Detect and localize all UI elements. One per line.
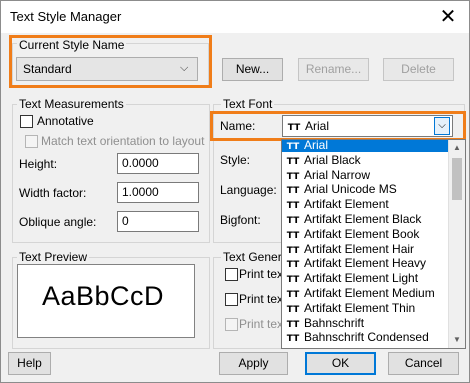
list-scrollbar[interactable]: ▲ ▼ — [448, 140, 465, 348]
font-list-item-label: Bahnschrift Condensed — [304, 330, 429, 345]
close-icon[interactable]: ✕ — [433, 5, 463, 29]
font-list-item-label: Arial Narrow — [304, 167, 371, 182]
text-preview-label: Text Preview — [17, 250, 90, 264]
font-list-item-label: Artifakt Element Black — [304, 212, 422, 226]
text-generation-label: Text Genera — [221, 250, 291, 264]
title-bar: Text Style Manager ✕ — [1, 1, 469, 33]
match-orientation-checkbox[interactable] — [25, 135, 38, 148]
font-list-item-label: Artifakt Element Medium — [304, 286, 435, 300]
font-list-item[interactable]: TT Arial Unicode MS — [282, 182, 450, 196]
height-label: Height: — [19, 157, 58, 171]
font-list-item[interactable]: TT Arial Black — [282, 153, 450, 167]
bigfont-label: Bigfont: — [220, 213, 261, 227]
width-factor-label: Width factor: — [19, 186, 87, 200]
apply-button[interactable]: Apply — [219, 352, 288, 375]
font-list-item[interactable]: TT Artifakt Element Thin — [282, 301, 450, 315]
preview-sample-text: AaBbCcD — [42, 281, 165, 311]
print-text-checkbox-1[interactable] — [225, 268, 238, 281]
height-input[interactable]: 0.0000 — [117, 153, 199, 174]
font-style-label: Style: — [220, 153, 251, 167]
ok-button[interactable]: OK — [305, 352, 376, 375]
print-text-label-3: Print text — [239, 317, 287, 331]
print-text-checkbox-2[interactable] — [225, 293, 238, 306]
oblique-angle-input[interactable]: 0 — [117, 211, 199, 232]
font-list-item-label: Bahnschrift — [304, 315, 365, 330]
window-title: Text Style Manager — [10, 9, 122, 24]
font-list-item[interactable]: TT Artifakt Element Black — [282, 212, 450, 226]
text-font-label: Text Font — [221, 97, 275, 111]
cancel-button[interactable]: Cancel — [388, 352, 459, 375]
match-orientation-label: Match text orientation to layout — [41, 134, 205, 148]
highlight-current-style — [9, 35, 212, 88]
font-dropdown-list[interactable]: TT Arial TT Arial Black TT Arial Narrow TT Aria… — [281, 139, 466, 349]
font-list-item-label: Artifakt Element Book — [304, 226, 420, 241]
font-list-item-label: Arial Unicode MS — [304, 182, 397, 197]
text-preview-box: AaBbCcD — [17, 264, 195, 338]
annotative-checkbox[interactable] — [20, 115, 33, 128]
font-list-item[interactable]: TT Arial — [282, 139, 450, 152]
help-button[interactable]: Help — [8, 352, 51, 375]
width-factor-input[interactable]: 1.0000 — [117, 182, 199, 203]
scroll-thumb[interactable] — [452, 158, 462, 200]
font-list-item[interactable]: TT Arial Narrow — [282, 168, 450, 182]
new-button[interactable]: New... — [222, 58, 283, 81]
truetype-font-icon: TT — [286, 334, 300, 345]
highlight-font-name — [210, 111, 466, 141]
language-label: Language: — [220, 183, 277, 197]
font-list-item[interactable]: TT Bahnschrift Condensed — [282, 330, 450, 344]
scroll-up-icon[interactable]: ▲ — [449, 140, 465, 156]
font-list-item[interactable]: TT Artifakt Element Light — [282, 271, 450, 285]
font-list-item[interactable]: TT Artifakt Element Book — [282, 227, 450, 241]
font-list-item[interactable]: TT Artifakt Element Hair — [282, 242, 450, 256]
font-list-item-label: Artifakt Element Light — [304, 271, 419, 286]
scroll-down-icon[interactable]: ▼ — [449, 332, 465, 348]
font-list-item-label: Arial — [304, 139, 329, 152]
font-list-item-label: Artifakt Element Heavy — [304, 256, 427, 271]
print-text-label-2: Print text — [239, 292, 287, 306]
font-list-item-label: Artifakt Element — [304, 197, 389, 212]
text-measurements-label: Text Measurements — [17, 97, 126, 111]
text-style-manager-dialog: Text Style Manager ✕ Current Style Name … — [0, 0, 470, 383]
font-list-item[interactable]: TT Artifakt Element — [282, 197, 450, 211]
font-list-item-label: Artifakt Element Thin — [304, 300, 416, 315]
font-list-item[interactable]: TT Artifakt Element Heavy — [282, 256, 450, 270]
font-list-item[interactable]: TT Bahnschrift — [282, 316, 450, 330]
font-list-item-label: Artifakt Element Hair — [304, 241, 415, 256]
delete-button[interactable]: Delete — [383, 58, 454, 81]
print-text-checkbox-3[interactable] — [225, 318, 238, 331]
oblique-angle-label: Oblique angle: — [19, 215, 97, 229]
print-text-label-1: Print text — [239, 267, 287, 281]
annotative-label: Annotative — [37, 114, 94, 128]
rename-button[interactable]: Rename... — [298, 58, 369, 81]
font-list-item[interactable]: TT Artifakt Element Medium — [282, 286, 450, 300]
font-list-item-label: Arial Black — [304, 152, 361, 167]
